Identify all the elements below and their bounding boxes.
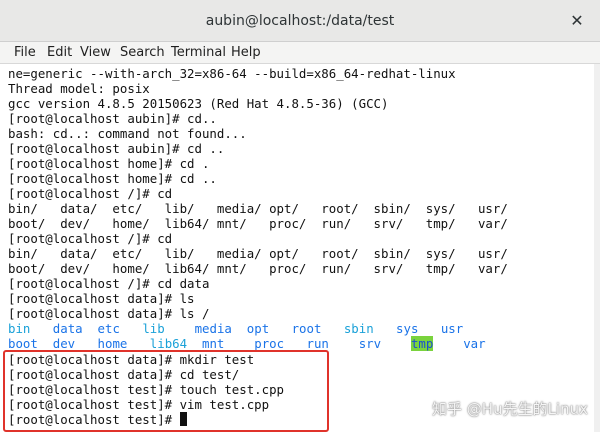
terminal-line: [root@localhost aubin]# cd.. [8,111,217,126]
dir-entry: data [52,321,83,336]
terminal-line: bin/ data/ etc/ lib/ media/ opt/ root/ s… [8,201,508,216]
dir-entry: media [194,321,232,336]
terminal-line: bin/ data/ etc/ lib/ media/ opt/ root/ s… [8,246,508,261]
menu-search[interactable]: Search [120,44,165,62]
menu-view[interactable]: View [80,44,111,62]
dir-entry: proc [254,336,285,351]
terminal-line: [root@localhost home]# cd .. [8,171,217,186]
ls-output-row-2: boot dev home lib64 mnt proc run srv tmp… [8,336,486,351]
dir-entry: home [97,336,128,351]
menu-file[interactable]: File [14,44,36,62]
terminal-line: Thread model: posix [8,81,150,96]
menu-bar: File Edit View Search Terminal Help [0,42,600,64]
dir-entry: usr [440,321,464,336]
title-bar: aubin@localhost:/data/test ✕ [0,0,600,42]
dir-entry: sys [396,321,419,336]
terminal-line: gcc version 4.8.5 20150623 (Red Hat 4.8.… [8,96,389,111]
terminal-line: [root@localhost data]# ls [8,291,195,306]
window-title: aubin@localhost:/data/test [205,13,395,29]
dir-entry: lib64 [149,336,188,351]
watermark: 知乎 @Hu先生的Linux [432,400,588,418]
terminal-line: [root@localhost /]# cd data [8,276,210,291]
terminal-line: bash: cd..: command not found... [8,126,247,141]
dir-entry-highlighted: tmp [410,336,434,351]
dir-entry: dev [52,336,76,351]
dir-entry: bin [8,321,31,336]
dir-entry: srv [358,336,382,351]
menu-help[interactable]: Help [231,44,261,62]
terminal-line: [root@localhost /]# cd [8,186,173,201]
dir-entry: lib [142,321,165,336]
ls-output-row-1: bin data etc lib media opt root sbin sys… [8,321,463,336]
terminal-line: [root@localhost home]# cd . [8,156,210,171]
terminal-line: [root@localhost aubin]# cd .. [8,141,225,156]
dir-entry: root [291,321,322,336]
menu-edit[interactable]: Edit [47,44,72,62]
dir-entry: opt [246,321,270,336]
dir-entry: etc [97,321,120,336]
terminal-line: boot/ dev/ home/ lib64/ mnt/ proc/ run/ … [8,261,508,276]
menu-terminal[interactable]: Terminal [171,44,226,62]
terminal-line: ne=generic --with-arch_32=x86-64 --build… [8,66,456,81]
close-icon[interactable]: ✕ [566,10,588,32]
terminal-line: boot/ dev/ home/ lib64/ mnt/ proc/ run/ … [8,216,508,231]
dir-entry: boot [8,336,38,351]
dir-entry: mnt [202,336,225,351]
dir-entry: var [463,336,486,351]
terminal-line: [root@localhost /]# cd [8,231,173,246]
annotation-red-box [3,350,329,432]
dir-entry: sbin [343,321,374,336]
terminal-line: [root@localhost data]# ls / [8,306,210,321]
terminal-scrollbar[interactable] [594,64,600,432]
dir-entry: run [306,336,329,351]
